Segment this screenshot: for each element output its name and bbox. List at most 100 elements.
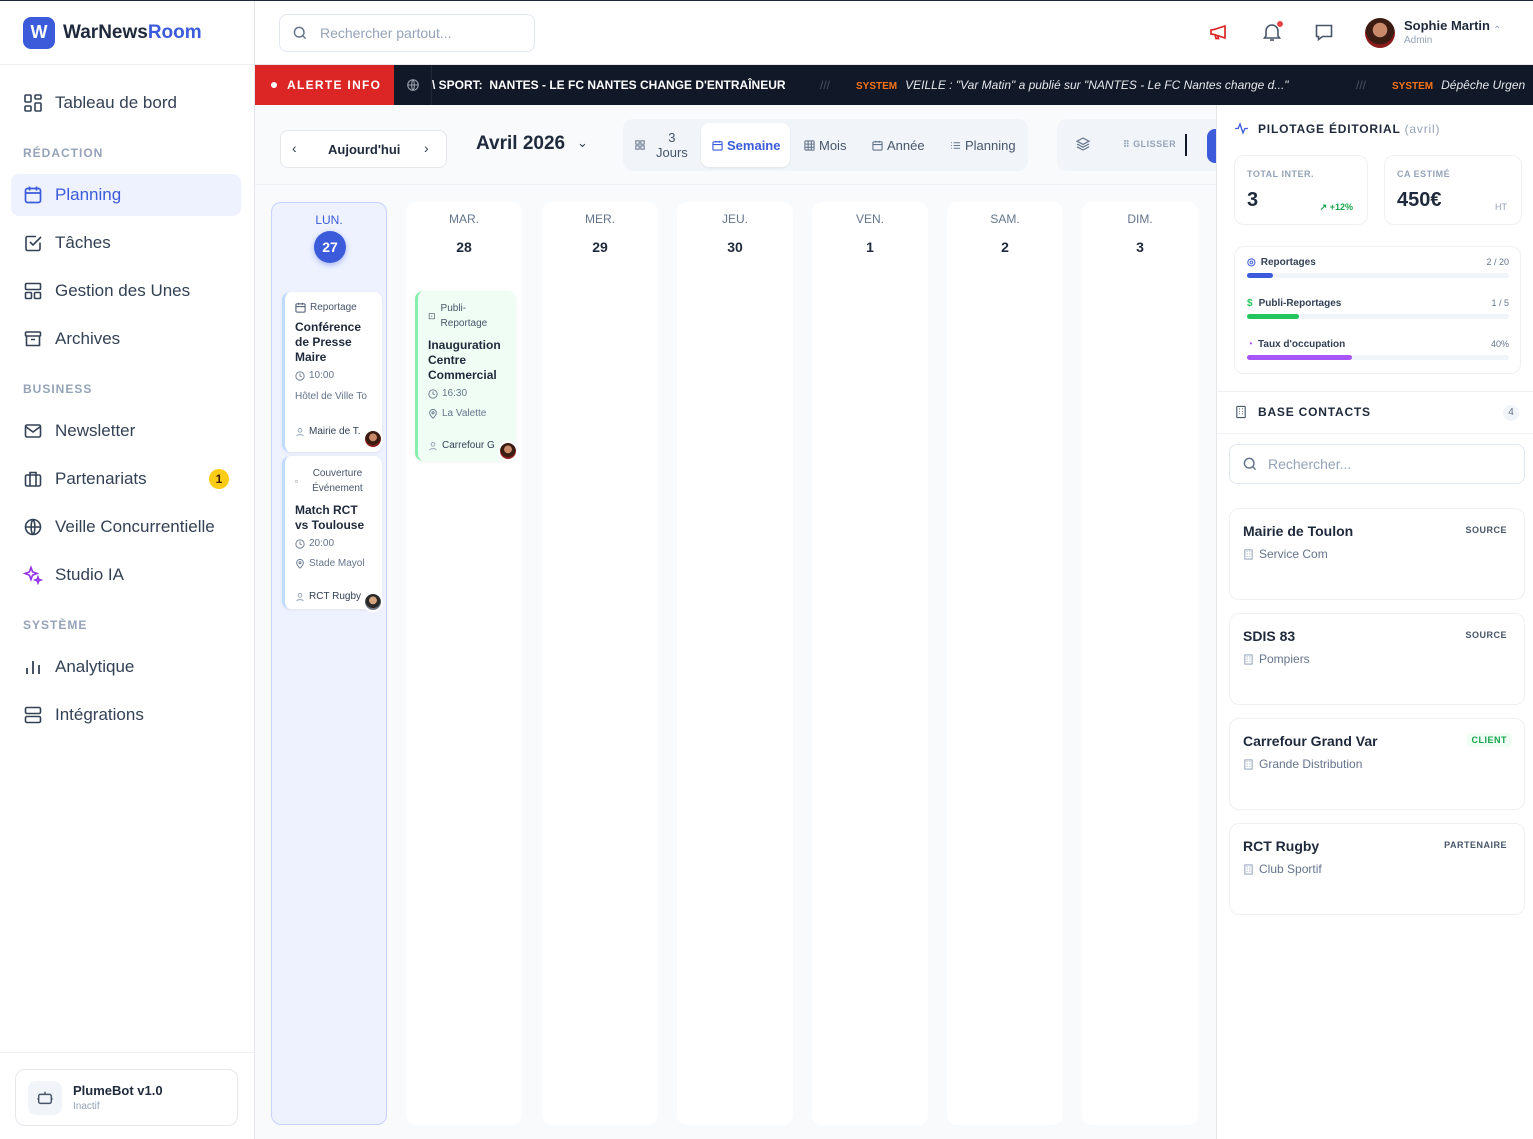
event-owner: Mairie de T. (295, 426, 361, 437)
app-name: WarNewsRoom (63, 22, 202, 44)
view-3-days[interactable]: 3 Jours (635, 123, 699, 167)
day-number: 29 (592, 239, 608, 255)
contact-name: RCT Rugby (1243, 838, 1320, 854)
contact-card[interactable]: SDIS 83 Pompiers SOURCE (1229, 613, 1525, 705)
sidebar-item-taches[interactable]: Tâches (11, 222, 241, 264)
user-role: Admin (1404, 35, 1433, 46)
sidebar-item-newsletter[interactable]: Newsletter (11, 410, 241, 452)
bot-status-card[interactable]: PlumeBot v1.0 Inactif (15, 1069, 238, 1126)
week-calendar: LUN. 27 Reportage Conférence de Presse M… (255, 186, 1216, 1139)
user-name[interactable]: Sophie Martin (1404, 18, 1490, 33)
month-selector[interactable]: Avril 2026 (476, 133, 565, 155)
contact-name: Carrefour Grand Var (1243, 733, 1378, 749)
drag-hint[interactable]: ⠿ GLISSER (1123, 139, 1176, 150)
contacts-search-input[interactable]: Rechercher... (1229, 444, 1525, 484)
day-column-wednesday[interactable]: MER. 29 (542, 202, 658, 1125)
view-3-days-label: Jours (656, 145, 688, 160)
sidebar-item-planning[interactable]: Planning (11, 174, 241, 216)
clock-icon (295, 370, 305, 381)
sidebar-item-partenariats[interactable]: Partenariats 1 (11, 458, 241, 500)
progress-label-text: Reportages (1260, 257, 1316, 268)
separator: /// (1356, 78, 1367, 92)
progress-row: ◎ Reportages 2 / 20 (1247, 257, 1509, 278)
drag-handle-icon: ⠿ (1123, 139, 1131, 149)
brand[interactable]: W WarNewsRoom (0, 1, 254, 65)
day-name: SAM. (990, 212, 1020, 226)
user-icon (429, 441, 437, 450)
day-column-saturday[interactable]: SAM. 2 (947, 202, 1063, 1125)
progress-value: 1 / 5 (1491, 298, 1509, 308)
view-year[interactable]: Année (864, 123, 934, 167)
chevron-right-icon[interactable]: › (424, 140, 429, 156)
notification-dot (1276, 20, 1284, 28)
progress-card: ◎ Reportages 2 / 20 $ Publi-Reportages 1 /… (1234, 246, 1521, 374)
sidebar-item-unes[interactable]: Gestion des Unes (11, 270, 241, 312)
section-systeme: SYSTÈME (23, 618, 88, 632)
sidebar-item-label: Studio IA (55, 565, 124, 584)
megaphone-icon[interactable] (1208, 21, 1230, 43)
progress-row: $ Publi-Reportages 1 / 5 (1247, 298, 1509, 319)
event-title: Conférence de Presse Maire (295, 320, 362, 364)
chevron-left-icon[interactable]: ‹ (292, 140, 297, 156)
today-button[interactable]: Aujourd'hui (328, 142, 400, 157)
day-column-friday[interactable]: VEN. 1 (812, 202, 928, 1125)
day-column-thursday[interactable]: JEU. 30 (677, 202, 793, 1125)
sidebar-item-archives[interactable]: Archives (11, 318, 241, 360)
kpi-trend: ↗ +12% (1320, 202, 1353, 213)
contact-org-label: Service Com (1259, 547, 1328, 561)
sidebar-item-dashboard[interactable]: Tableau de bord (11, 82, 241, 124)
event-card[interactable]: Reportage Conférence de Presse Maire 10:… (282, 292, 383, 452)
logo-icon: W (23, 16, 55, 49)
progress-fill (1247, 314, 1300, 319)
day-number: 28 (456, 239, 472, 255)
contacts-count: 4 (1503, 405, 1519, 421)
contact-card[interactable]: Carrefour Grand Var Grande Distribution … (1229, 718, 1525, 810)
sidebar-item-studio-ia[interactable]: Studio IA (11, 554, 241, 596)
activity-icon (1235, 122, 1248, 135)
day-name: MER. (585, 212, 615, 226)
view-planning-label: Planning (965, 137, 1016, 153)
event-card[interactable]: ▫ Couverture Événement Match RCT vs Toulo… (282, 456, 383, 612)
contact-org-label: Pompiers (1259, 652, 1310, 666)
message-icon[interactable] (1313, 21, 1335, 43)
globe-icon (24, 518, 42, 536)
ticker-item[interactable]: SYSTEM Dépêche Urgen (1392, 78, 1525, 92)
kpi-value: 450€ (1397, 189, 1442, 211)
ticker-headline: NANTES - LE FC NANTES CHANGE D'ENTRAÎNEU… (489, 78, 786, 92)
event-type-label: Publi-Reportage (440, 303, 488, 329)
progress-label-text: Taux d'occupation (1258, 339, 1346, 350)
chevron-down-icon[interactable]: ⌄ (577, 135, 588, 151)
event-card[interactable]: ⊡ Publi-Reportage Inauguration Centre Com… (415, 291, 518, 461)
ticker-item[interactable]: SYSTEM VEILLE : "Var Matin" a publié sur … (856, 78, 1289, 92)
table-icon (804, 139, 815, 151)
contact-card[interactable]: RCT Rugby Club Sportif PARTENAIRE (1229, 823, 1525, 915)
news-ticker: ALERTE INFO \ SPORT: NANTES - LE FC NANT… (255, 65, 1533, 105)
building-icon (1244, 653, 1253, 665)
sidebar-item-integrations[interactable]: Intégrations (11, 694, 241, 736)
progress-value: 2 / 20 (1486, 257, 1509, 267)
chevron-updown-icon[interactable]: ⌃ (1493, 25, 1501, 36)
day-column-monday[interactable]: LUN. 27 Reportage Conférence de Presse M… (271, 202, 387, 1125)
building-icon (1244, 548, 1253, 560)
event-place-label: Hôtel de Ville To (295, 391, 367, 402)
sidebar-item-label: Analytique (55, 657, 135, 676)
day-column-tuesday[interactable]: MAR. 28 ⊡ Publi-Reportage Inauguration Ce… (406, 202, 522, 1125)
ticker-item[interactable]: \ SPORT: NANTES - LE FC NANTES CHANGE D'… (432, 78, 786, 92)
event-owner-label: Mairie de T. (309, 426, 361, 437)
toolbar-actions: ⠿ GLISSER (1057, 119, 1217, 171)
pilotage-title: PILOTAGE ÉDITORIAL (1258, 121, 1401, 136)
clock-icon (428, 388, 438, 399)
sidebar-item-veille[interactable]: Veille Concurrentielle (11, 506, 241, 548)
global-search-input[interactable]: Rechercher partout... (279, 14, 535, 52)
view-week[interactable]: Semaine (701, 123, 790, 167)
view-planning[interactable]: Planning (942, 123, 1024, 167)
contact-card[interactable]: Mairie de Toulon Service Com SOURCE (1229, 508, 1525, 600)
avatar[interactable] (1365, 18, 1395, 48)
section-redaction: RÉDACTION (23, 146, 104, 160)
event-type-label: Couverture Événement (312, 468, 363, 494)
layers-icon[interactable] (1075, 136, 1091, 152)
search-placeholder: Rechercher partout... (320, 25, 452, 41)
day-column-sunday[interactable]: DIM. 3 (1082, 202, 1198, 1125)
view-month[interactable]: Mois (797, 123, 857, 167)
sidebar-item-analytique[interactable]: Analytique (11, 646, 241, 688)
